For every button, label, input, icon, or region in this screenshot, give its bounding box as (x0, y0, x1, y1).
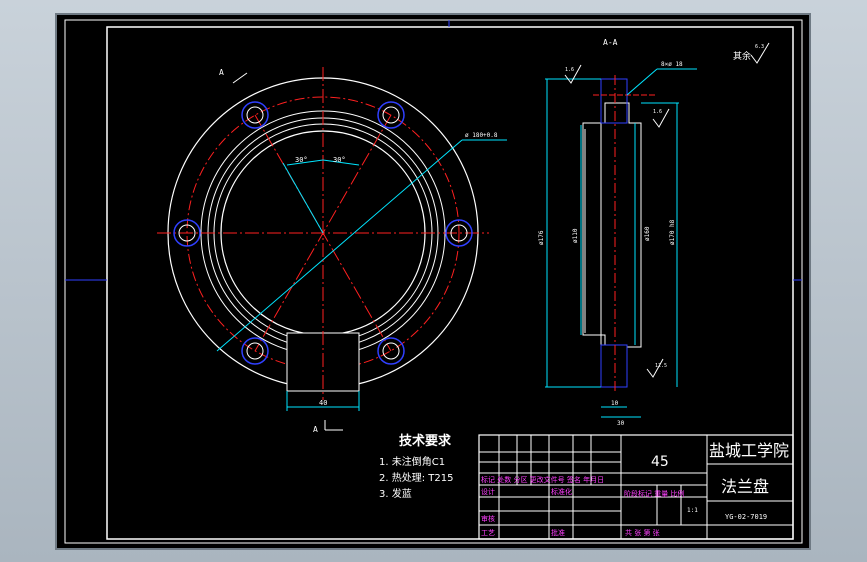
notes-title: 技术要求 (399, 433, 452, 449)
dim-outer-label: ø176 (538, 230, 545, 245)
front-view: 40 30° 30° ø 180+0.8 A A (157, 67, 507, 434)
title-material: 45 (651, 454, 669, 470)
svg-text:12.5: 12.5 (655, 363, 667, 369)
slot-width-label: 40 (319, 399, 327, 407)
cut-label-bottom: A (313, 425, 318, 434)
roughness-symbol-3: 12.5 (646, 358, 667, 378)
cut-mark-top (232, 72, 248, 84)
angle-ray-left (282, 162, 324, 234)
section-body (582, 78, 642, 388)
technical-notes: 技术要求 1. 未注倒角C1 2. 热处理: T215 3. 发蓝 (379, 433, 453, 500)
title-part-name: 法兰盘 (721, 477, 769, 496)
angle-left-label: 30° (295, 156, 308, 164)
section-hatch-bottom (600, 344, 628, 388)
roughness-symbol-2: 1.6 (652, 108, 670, 128)
title-header-row: 标记 处数 分区 更改文件号 签名 年月日 (481, 475, 604, 484)
title-stage-mark: 阶段标记 重量 比例 (624, 489, 684, 498)
angle-right-label: 30° (333, 156, 346, 164)
roughness-other: 其余 6.3 (733, 42, 770, 64)
bolt-circle-label: ø 180+0.8 (465, 132, 498, 139)
svg-text:1.6: 1.6 (653, 109, 662, 115)
title-scale: 1:1 (687, 507, 698, 514)
cad-drawing: 40 30° 30° ø 180+0.8 A A A-A ø176 ø110 ø… (64, 19, 803, 544)
drawing-sheet: 40 30° 30° ø 180+0.8 A A A-A ø176 ø110 ø… (55, 13, 811, 550)
svg-text:6.3: 6.3 (755, 44, 764, 50)
cut-label-top: A (219, 68, 224, 77)
title-sheets: 共 张 第 张 (625, 528, 660, 537)
title-drawing-no: YG-02-7019 (725, 513, 767, 521)
title-reviewer: 审核 (481, 514, 495, 523)
svg-text:其余: 其余 (733, 50, 751, 62)
notes-item-3: 3. 发蓝 (379, 487, 412, 500)
title-designer: 设计 (481, 487, 495, 496)
roughness-symbol-1: 1.6 (564, 64, 582, 84)
section-label: A-A (603, 38, 618, 47)
dim-inner-1-label: ø110 (572, 228, 579, 243)
bolt-circle-leader (216, 139, 463, 352)
dim-thk-1-label: 10 (611, 400, 619, 407)
title-block: 45 盐城工学院 法兰盘 YG-02-7019 标记 处数 分区 更改文件号 签… (478, 434, 794, 540)
svg-text:1.6: 1.6 (565, 67, 574, 73)
hole-note-label: 8×ø 18 (661, 61, 683, 68)
dim-bore-label: ø170 h8 (669, 219, 676, 245)
notes-item-1: 1. 未注倒角C1 (379, 455, 445, 468)
dim-inner-2-label: ø160 (644, 226, 651, 241)
section-view: A-A ø176 ø110 ø160 ø170 h8 10 30 8×ø 18 (538, 38, 770, 427)
dim-thk-2-label: 30 (617, 420, 625, 427)
title-school: 盐城工学院 (709, 441, 789, 460)
title-approval: 批准 (551, 528, 565, 537)
hole-note-leader (626, 68, 658, 96)
notes-item-2: 2. 热处理: T215 (379, 471, 453, 484)
title-standardization: 标准化 (551, 487, 572, 496)
title-process: 工艺 (481, 529, 495, 537)
